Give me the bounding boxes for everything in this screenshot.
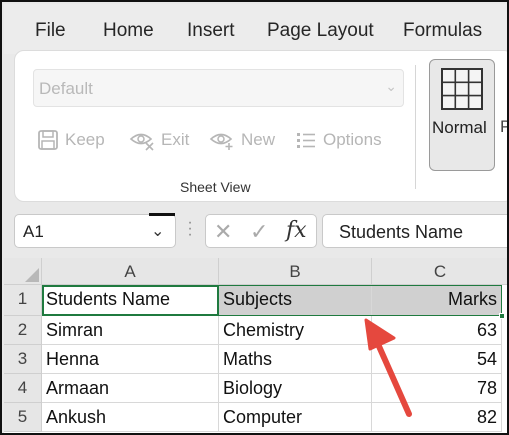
excel-window: File Home Insert Page Layout Formulas De… xyxy=(0,0,509,435)
annotation-arrow-icon xyxy=(364,318,412,417)
